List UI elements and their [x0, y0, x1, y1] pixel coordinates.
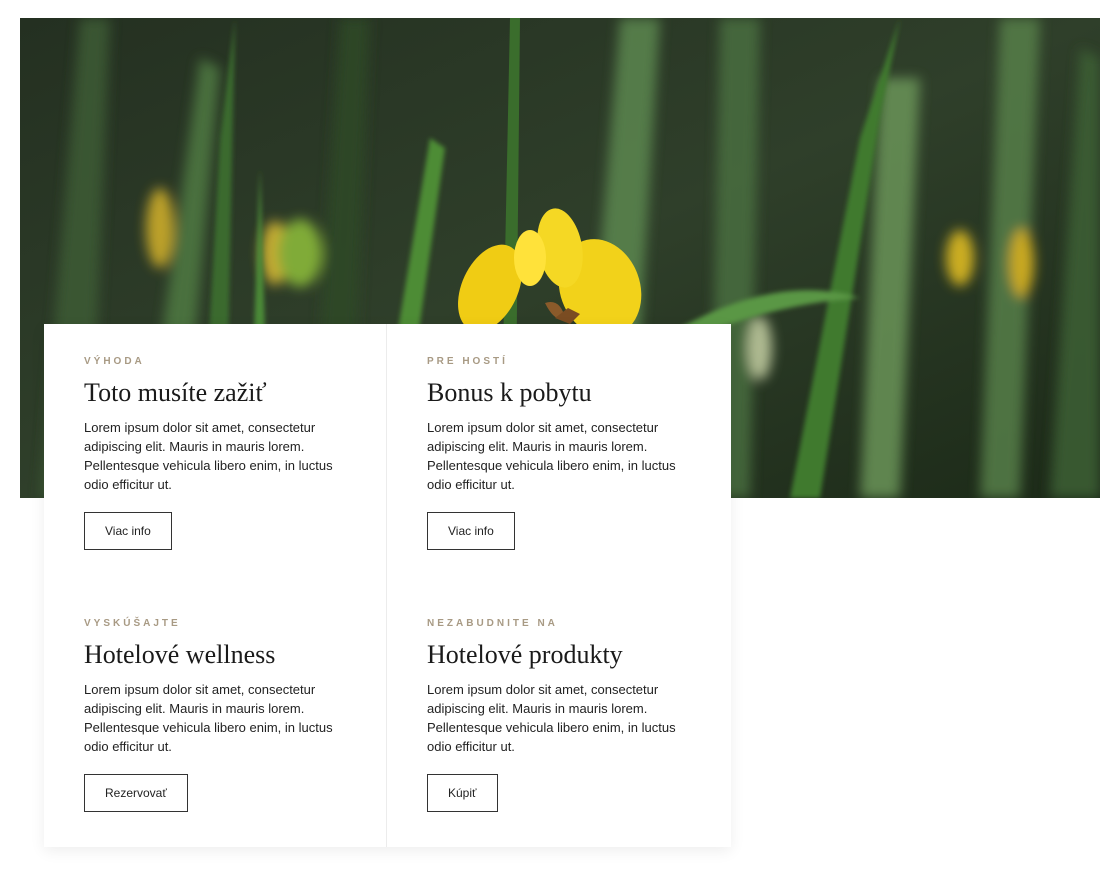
card-eyebrow: NEZABUDNITE NA: [427, 618, 558, 629]
viac-info-button[interactable]: Viac info: [427, 511, 515, 550]
card-eyebrow: PRE HOSTÍ: [427, 356, 508, 367]
feature-cards: VÝHODA Toto musíte zažiť Lorem ipsum dol…: [44, 324, 731, 847]
card-eyebrow: VYSKÚŠAJTE: [84, 618, 181, 629]
card-eyebrow: VÝHODA: [84, 356, 145, 367]
card-pre-hosti: PRE HOSTÍ Bonus k pobytu Lorem ipsum dol…: [387, 324, 731, 586]
viac-info-button[interactable]: Viac info: [84, 511, 172, 550]
card-text: Lorem ipsum dolor sit amet, consectetur …: [427, 681, 676, 754]
kupit-button[interactable]: Kúpiť: [427, 773, 498, 812]
card-vyskusajte: VYSKÚŠAJTE Hotelové wellness Lorem ipsum…: [44, 586, 387, 847]
rezervovat-button[interactable]: Rezervovať: [84, 773, 188, 812]
card-title: Toto musíte zažiť: [84, 378, 267, 407]
card-title: Hotelové wellness: [84, 640, 276, 669]
card-text: Lorem ipsum dolor sit amet, consectetur …: [84, 681, 333, 754]
card-title: Hotelové produkty: [427, 640, 623, 669]
card-nezabudnite-na: NEZABUDNITE NA Hotelové produkty Lorem i…: [387, 586, 731, 847]
card-title: Bonus k pobytu: [427, 378, 592, 407]
card-text: Lorem ipsum dolor sit amet, consectetur …: [84, 419, 333, 492]
card-text: Lorem ipsum dolor sit amet, consectetur …: [427, 419, 676, 492]
card-vyhoda: VÝHODA Toto musíte zažiť Lorem ipsum dol…: [44, 324, 387, 586]
